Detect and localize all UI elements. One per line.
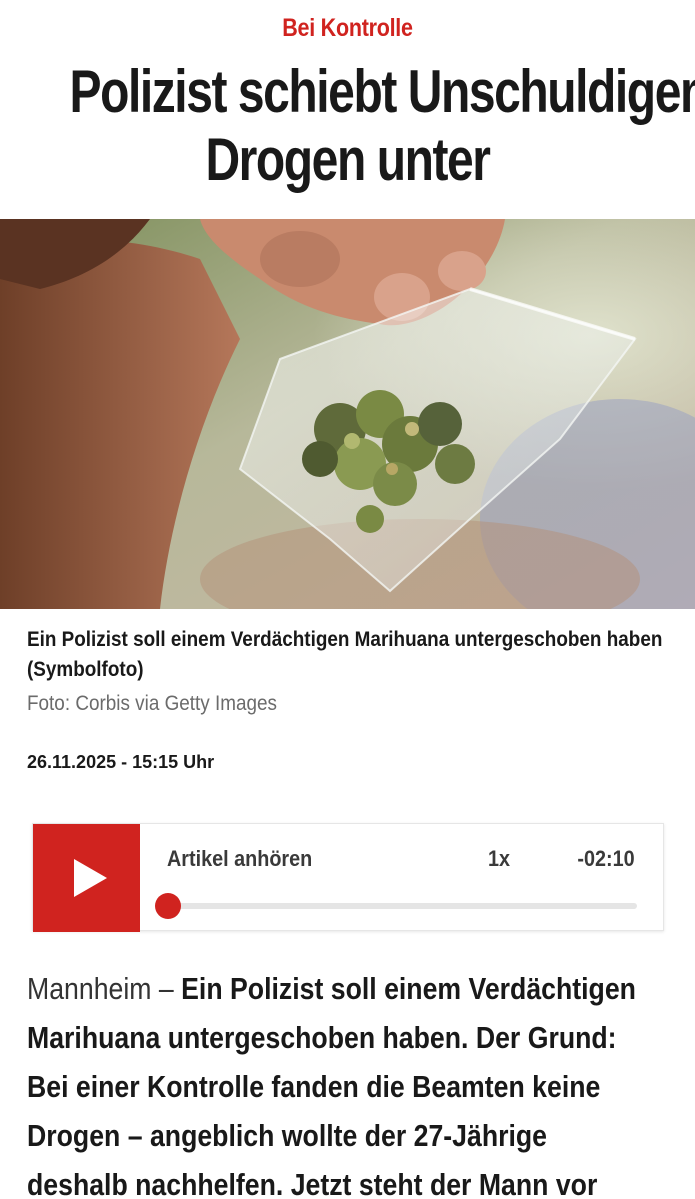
audio-player: Artikel anhören 1x -02:10 [32, 823, 664, 932]
article-dateline: Mannheim – [27, 971, 182, 1006]
hero-photo-bag-of-marijuana [0, 219, 695, 609]
headline-line-1: Polizist schiebt Unschuldigem [69, 58, 695, 125]
article-kicker: Bei Kontrolle [282, 14, 413, 42]
headline-line-2: Drogen unter [205, 126, 491, 193]
play-button[interactable] [33, 824, 140, 932]
play-icon [74, 859, 107, 897]
audio-progress-knob[interactable] [155, 893, 181, 919]
image-caption: Ein Polizist soll einem Verdächtigen Mar… [27, 628, 663, 681]
image-credit: Foto: Corbis via Getty Images [27, 692, 278, 715]
audio-progress-bar[interactable] [155, 893, 637, 919]
article-headline: Polizist schiebt Unschuldigem Drogen unt… [70, 58, 695, 194]
audio-player-label: Artikel anhören [167, 846, 313, 871]
article-hero-image [0, 219, 695, 609]
article-body: Mannheim – Ein Polizist soll einem Verdä… [27, 964, 646, 1199]
time-remaining: -02:10 [577, 846, 635, 871]
playback-speed-button[interactable]: 1x [488, 846, 510, 872]
publish-date: 26.11.2025 - 15:15 Uhr [27, 752, 215, 772]
